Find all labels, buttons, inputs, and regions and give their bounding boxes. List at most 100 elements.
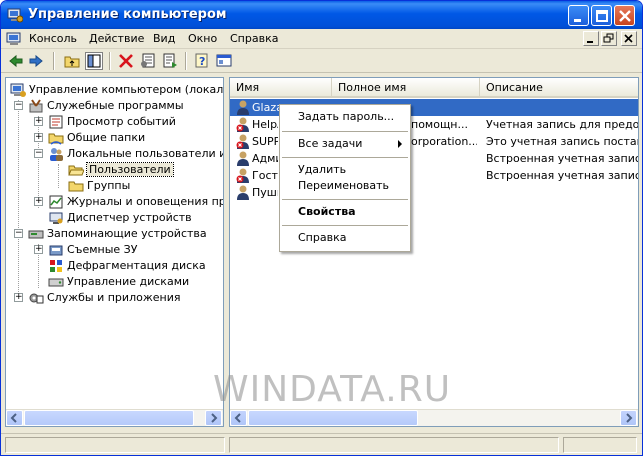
title-bar[interactable]: Управление компьютером	[1, 1, 642, 29]
menu-help[interactable]: Справка	[230, 32, 278, 45]
tree-label: Просмотр событий	[67, 115, 176, 128]
tree-item-shared-folders[interactable]: Общие папки	[48, 130, 145, 146]
tree-item-system-tools[interactable]: Служебные программы	[28, 98, 184, 114]
menu-item-set-password[interactable]: Задать пароль...	[280, 108, 410, 126]
menu-console[interactable]: Консоль	[29, 32, 77, 45]
menu-action[interactable]: Действие	[89, 32, 144, 45]
tree-item-device-manager[interactable]: Диспетчер устройств	[48, 210, 192, 226]
tree-label: Пользователи	[86, 162, 174, 177]
context-menu: Задать пароль... Все задачи Удалить Пере…	[279, 104, 411, 252]
mdi-close-button[interactable]	[621, 31, 637, 46]
up-folder-icon	[64, 56, 80, 68]
tree-item-removable-storage[interactable]: Съемные ЗУ	[48, 242, 137, 258]
cell-name: HelpA	[252, 118, 278, 131]
tree-label: Общие папки	[67, 131, 146, 144]
expand-toggle[interactable]: +	[34, 133, 43, 142]
list-horizontal-scrollbar[interactable]	[230, 409, 638, 426]
menu-window[interactable]: Окно	[188, 32, 217, 45]
maximize-button[interactable]	[591, 5, 612, 26]
scroll-right-button[interactable]	[620, 410, 637, 426]
show-tree-button[interactable]	[85, 52, 103, 70]
cell-fullname: помощн...	[411, 118, 468, 131]
disk-management-icon	[48, 278, 64, 287]
expand-toggle[interactable]: +	[34, 117, 43, 126]
delete-button[interactable]	[117, 52, 135, 70]
tree-item-storage[interactable]: Запоминающие устройства	[28, 226, 207, 242]
export-list-button[interactable]	[161, 52, 179, 70]
cell-description: Это учетная запись поставщи	[486, 135, 638, 148]
tools-icon	[29, 99, 43, 113]
column-header-fullname[interactable]: Полное имя	[332, 78, 480, 98]
tree-item-services-applications[interactable]: Службы и приложения	[28, 290, 180, 306]
properties-button[interactable]	[139, 52, 157, 70]
menu-separator	[282, 131, 408, 132]
scroll-right-button[interactable]	[205, 410, 222, 426]
menu-item-all-tasks[interactable]: Все задачи	[280, 135, 410, 153]
collapse-toggle[interactable]: −	[14, 229, 23, 238]
back-button[interactable]	[7, 52, 25, 70]
tree-item-users[interactable]: Пользователи	[68, 162, 174, 178]
menu-item-rename[interactable]: Переименовать	[280, 177, 410, 195]
user-icon	[237, 100, 249, 115]
tree-item-event-viewer[interactable]: Просмотр событий	[48, 114, 176, 130]
computer-management-icon	[10, 83, 26, 97]
tree-item-local-users-groups[interactable]: Локальные пользователи и гр	[48, 146, 223, 162]
menu-item-help[interactable]: Справка	[280, 229, 410, 247]
cell-name: Гость	[252, 169, 278, 182]
forward-button[interactable]	[27, 52, 45, 70]
menu-item-properties[interactable]: Свойства	[280, 203, 410, 221]
scroll-left-button[interactable]	[6, 410, 23, 426]
menu-separator	[282, 225, 408, 226]
console-tree[interactable]: Управление компьютером (локальны − Служе…	[5, 77, 224, 427]
mmc-icon	[216, 54, 232, 67]
watermark: WINDATA.RU	[213, 369, 452, 410]
tree-item-defragmentation[interactable]: Дефрагментация диска	[48, 258, 206, 274]
tree-item-computer-management[interactable]: Управление компьютером (локальны	[10, 82, 224, 98]
close-icon	[619, 10, 631, 22]
minimize-icon	[574, 19, 581, 22]
scroll-left-button[interactable]	[230, 410, 247, 426]
menu-separator	[282, 157, 408, 158]
close-icon	[624, 34, 633, 43]
toolbar-separator	[53, 52, 55, 70]
folder-open-icon	[68, 165, 84, 176]
menu-view[interactable]: Вид	[153, 32, 175, 45]
close-button[interactable]	[614, 5, 635, 26]
cell-name: SUPPO	[252, 135, 278, 148]
export-icon	[163, 53, 177, 68]
arrow-right-icon	[211, 413, 218, 423]
minimize-button[interactable]	[568, 5, 589, 26]
scroll-thumb[interactable]	[248, 410, 418, 426]
tree-horizontal-scrollbar[interactable]	[6, 409, 223, 426]
computer-management-icon	[7, 8, 23, 23]
tree-item-disk-management[interactable]: Управление дисками	[48, 274, 189, 290]
tree-label: Службы и приложения	[47, 291, 181, 304]
expand-toggle[interactable]: +	[34, 197, 43, 206]
status-cell	[229, 437, 559, 453]
expand-toggle[interactable]: +	[34, 245, 43, 254]
scroll-thumb[interactable]	[24, 410, 194, 426]
cell-fullname: orporation...	[411, 135, 477, 148]
collapse-toggle[interactable]: −	[34, 149, 43, 158]
cell-description: Встроенная учетная запись д	[486, 169, 638, 182]
column-header-name[interactable]: Имя	[230, 78, 332, 98]
mdi-minimize-button[interactable]	[583, 31, 599, 46]
folder-icon	[68, 181, 84, 192]
removable-storage-icon	[49, 245, 63, 256]
expand-toggle[interactable]: +	[14, 293, 23, 302]
tree-item-groups[interactable]: Группы	[68, 178, 130, 194]
console-tree-button[interactable]	[215, 52, 233, 70]
disabled-user-icon	[236, 117, 249, 132]
event-viewer-icon	[49, 115, 63, 129]
mdi-restore-button[interactable]	[601, 31, 617, 46]
tree-label: Дефрагментация диска	[67, 259, 206, 272]
collapse-toggle[interactable]: −	[14, 101, 23, 110]
up-level-button[interactable]	[63, 52, 81, 70]
defrag-icon	[50, 260, 62, 272]
help-button[interactable]: ?	[193, 52, 211, 70]
tree-item-performance-logs[interactable]: Журналы и оповещения произ	[48, 194, 223, 210]
toolbar-separator	[109, 52, 111, 70]
tree-label: Запоминающие устройства	[47, 227, 207, 240]
tree-label: Управление компьютером (локальны	[29, 83, 224, 96]
column-header-description[interactable]: Описание	[480, 78, 638, 98]
